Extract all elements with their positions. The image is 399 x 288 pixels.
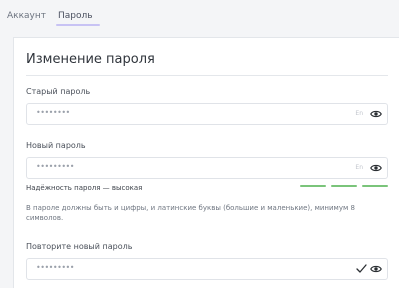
keyboard-layout-indicator: En	[355, 110, 363, 117]
repeat-password-value: •••••••••	[36, 263, 74, 272]
eye-icon[interactable]	[370, 264, 382, 274]
eye-icon[interactable]	[370, 109, 382, 119]
strength-bar-segment	[362, 185, 388, 187]
tab-bar: Аккаунт Пароль	[0, 0, 399, 32]
title-divider	[26, 75, 388, 76]
old-password-label: Старый пароль	[26, 87, 91, 96]
strength-bar-segment	[331, 185, 357, 187]
old-password-field[interactable]: •••••••• En	[26, 103, 388, 125]
old-password-value: ••••••••	[36, 108, 70, 117]
password-strength-meter	[300, 185, 388, 187]
keyboard-layout-indicator: En	[355, 164, 363, 171]
strength-bar-segment	[300, 185, 326, 187]
check-icon	[356, 264, 367, 273]
eye-icon[interactable]	[370, 163, 382, 173]
new-password-field[interactable]: ••••••••• En	[26, 157, 388, 179]
new-password-value: •••••••••	[36, 162, 74, 171]
tab-account[interactable]: Аккаунт	[7, 11, 46, 21]
repeat-password-field[interactable]: •••••••••	[26, 258, 388, 280]
tab-password[interactable]: Пароль	[58, 11, 93, 21]
change-password-card: Изменение пароля Старый пароль •••••••• …	[13, 37, 399, 288]
password-strength-label: Надёжность пароля — высокая	[26, 184, 143, 192]
active-tab-indicator	[56, 24, 100, 26]
password-requirements-hint: В пароле должны быть и цифры, и латински…	[26, 204, 355, 222]
repeat-password-label: Повторите новый пароль	[26, 242, 133, 251]
card-title: Изменение пароля	[26, 52, 155, 67]
new-password-label: Новый пароль	[26, 141, 86, 150]
